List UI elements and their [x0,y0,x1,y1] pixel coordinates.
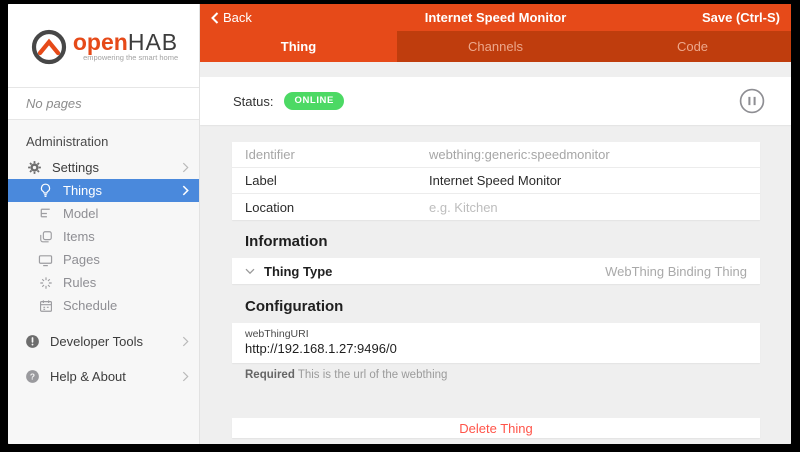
identifier-label: Identifier [245,147,429,162]
sidebar: openHAB empowering the smart home No pag… [8,4,200,444]
sidebar-item-label: Schedule [63,298,117,313]
sidebar-item-label: Developer Tools [50,334,143,349]
back-label: Back [223,10,252,25]
sidebar-item-settings[interactable]: Settings [8,156,199,179]
location-label: Location [245,200,429,215]
pause-circle-icon[interactable] [739,88,765,114]
items-copy-icon [37,229,54,245]
brand-open: open [73,29,128,55]
thing-type-row[interactable]: Thing Type WebThing Binding Thing [232,258,760,284]
chevron-right-icon [182,336,189,347]
sidebar-item-items[interactable]: Items [8,225,199,248]
tab-channels[interactable]: Channels [397,31,594,62]
logo-panel: openHAB empowering the smart home [8,4,199,88]
label-label: Label [245,173,429,188]
chevron-right-icon [182,162,189,173]
openhab-logo-icon [29,26,69,66]
webthing-uri-value[interactable]: http://192.168.1.27:9496/0 [245,341,747,357]
sidebar-item-schedule[interactable]: Schedule [8,294,199,317]
thing-type-label: Thing Type [264,264,332,279]
back-button[interactable]: Back [211,10,252,25]
model-tree-icon [37,206,54,222]
sidebar-item-help-about[interactable]: ? Help & About [8,365,199,388]
rules-sparkle-icon [37,275,54,291]
status-block: Status: ONLINE [200,77,791,125]
brand-text: openHAB empowering the smart home [73,30,178,62]
sidebar-item-model[interactable]: Model [8,202,199,225]
status-label: Status: [233,94,273,109]
openhab-logo: openHAB empowering the smart home [29,26,178,66]
question-circle-icon: ? [24,369,41,385]
tab-bar: Thing Channels Code [200,31,791,62]
identifier-value: webthing:generic:speedmonitor [429,147,610,162]
brand-tagline: empowering the smart home [73,53,178,62]
label-input[interactable]: Internet Speed Monitor [429,173,561,188]
chevron-down-icon [245,268,255,275]
delete-thing-button[interactable]: Delete Thing [232,418,760,438]
app-window: openHAB empowering the smart home No pag… [8,4,791,444]
sidebar-item-developer-tools[interactable]: Developer Tools [8,330,199,353]
sidebar-item-label: Items [63,229,95,244]
chevron-right-icon [182,371,189,382]
save-button[interactable]: Save (Ctrl-S) [702,10,780,25]
label-row: Label Internet Speed Monitor [232,168,760,194]
exclamation-circle-icon [24,334,41,350]
identifier-row: Identifier webthing:generic:speedmonitor [232,142,760,168]
main-panel: Internet Speed Monitor Back Save (Ctrl-S… [200,4,791,444]
navbar: Internet Speed Monitor Back Save (Ctrl-S… [200,4,791,31]
webthing-uri-label: webThingURI [245,328,747,341]
brand-hab: HAB [128,29,178,55]
chevron-right-icon [182,185,189,196]
sidebar-item-label: Help & About [50,369,126,384]
chevron-left-icon [211,12,219,24]
gear-icon [26,160,43,176]
sidebar-item-rules[interactable]: Rules [8,271,199,294]
required-label: Required [245,369,295,381]
schedule-calendar-icon [37,298,54,314]
information-heading: Information [245,233,760,250]
thing-detail-content: Status: ONLINE Identifier webthing:gener… [200,62,791,444]
sidebar-item-pages[interactable]: Pages [8,248,199,271]
administration-header: Administration [8,130,199,156]
sidebar-item-label: Model [63,206,98,221]
sidebar-item-label: Rules [63,275,96,290]
sidebar-item-label: Things [63,183,102,198]
sidebar-item-label: Settings [52,160,99,175]
required-note: Required This is the url of the webthing [245,369,760,381]
thing-fields-card: Identifier webthing:generic:speedmonitor… [232,142,760,220]
location-input[interactable]: e.g. Kitchen [429,200,498,215]
location-row: Location e.g. Kitchen [232,194,760,220]
status-badge: ONLINE [284,92,344,110]
required-text: This is the url of the webthing [295,369,448,381]
thing-type-value: WebThing Binding Thing [605,264,747,279]
sidebar-item-label: Pages [63,252,100,267]
sidebar-item-things[interactable]: Things [8,179,199,202]
svg-text:?: ? [30,372,35,382]
tab-code[interactable]: Code [594,31,791,62]
webthing-uri-field[interactable]: webThingURI http://192.168.1.27:9496/0 [232,323,760,363]
no-pages-label: No pages [8,88,199,120]
tab-thing[interactable]: Thing [200,31,397,62]
configuration-heading: Configuration [245,298,760,315]
pages-monitor-icon [37,252,54,268]
sidebar-nav: Administration Settings [8,120,199,444]
lightbulb-icon [37,183,54,199]
